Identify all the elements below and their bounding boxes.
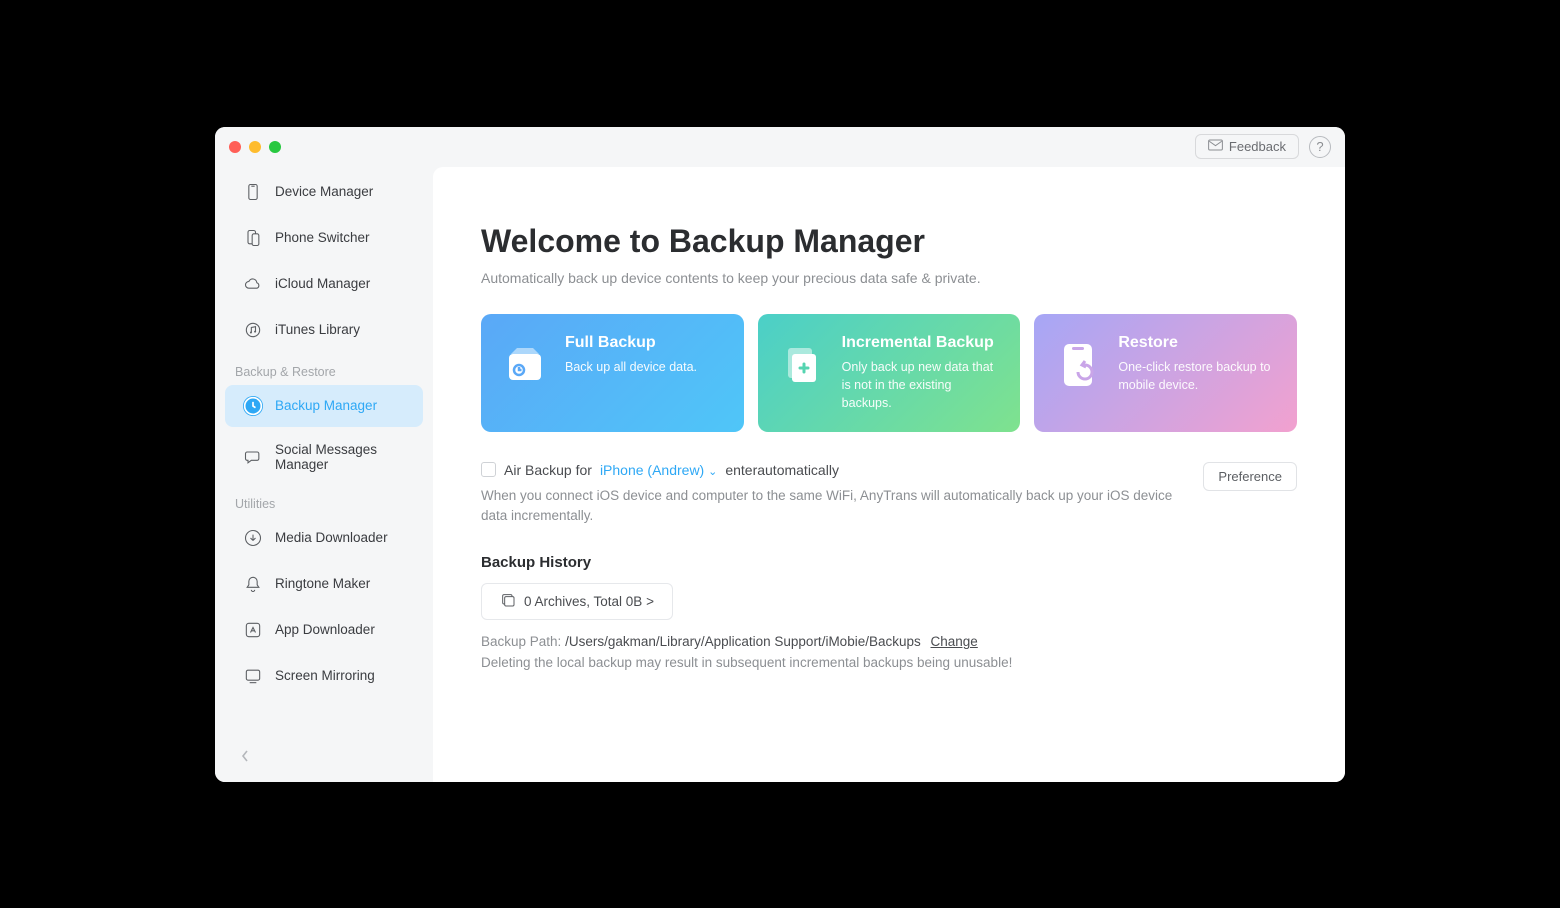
card-desc: Back up all device data. xyxy=(565,358,697,376)
maximize-window-button[interactable] xyxy=(269,141,281,153)
music-icon xyxy=(243,320,263,340)
restore-card[interactable]: Restore One-click restore backup to mobi… xyxy=(1034,314,1297,432)
titlebar: Feedback ? xyxy=(215,127,1345,167)
phone-switcher-icon xyxy=(243,228,263,248)
sidebar-section-utilities: Utilities xyxy=(215,485,433,515)
air-backup-prefix: Air Backup for xyxy=(504,462,592,478)
sidebar-item-screen-mirroring[interactable]: Screen Mirroring xyxy=(225,655,423,697)
sidebar-item-app-downloader[interactable]: App Downloader xyxy=(225,609,423,651)
backup-warning: Deleting the local backup may result in … xyxy=(481,655,1297,670)
sidebar-item-label: Phone Switcher xyxy=(275,230,370,245)
page-title: Welcome to Backup Manager xyxy=(481,223,1297,260)
app-window: Feedback ? Device Manager Phone Switcher xyxy=(215,127,1345,782)
close-window-button[interactable] xyxy=(229,141,241,153)
sidebar-collapse-button[interactable] xyxy=(233,744,257,768)
archives-button[interactable]: 0 Archives, Total 0B > xyxy=(481,583,673,620)
app-icon xyxy=(243,620,263,640)
sidebar-item-label: App Downloader xyxy=(275,622,375,637)
card-desc: Only back up new data that is not in the… xyxy=(842,358,1001,412)
full-backup-icon xyxy=(501,340,549,388)
page-subtitle: Automatically back up device contents to… xyxy=(481,270,1297,286)
help-button[interactable]: ? xyxy=(1309,136,1331,158)
sidebar-item-label: Media Downloader xyxy=(275,530,388,545)
feedback-label: Feedback xyxy=(1229,139,1286,154)
air-backup-checkbox[interactable] xyxy=(481,462,496,477)
window-controls xyxy=(229,141,281,153)
card-title: Incremental Backup xyxy=(842,334,1001,352)
device-icon xyxy=(243,182,263,202)
main-content: Welcome to Backup Manager Automatically … xyxy=(433,167,1345,782)
bell-icon xyxy=(243,574,263,594)
chevron-down-icon: ⌄ xyxy=(708,466,717,478)
card-title: Full Backup xyxy=(565,334,697,352)
sidebar-item-phone-switcher[interactable]: Phone Switcher xyxy=(225,217,423,259)
change-path-link[interactable]: Change xyxy=(931,634,978,649)
archives-label: 0 Archives, Total 0B > xyxy=(524,594,654,609)
sidebar-item-ringtone-maker[interactable]: Ringtone Maker xyxy=(225,563,423,605)
backup-path-row: Backup Path: /Users/gakman/Library/Appli… xyxy=(481,634,1297,649)
mail-icon xyxy=(1208,139,1223,154)
screen-icon xyxy=(243,666,263,686)
sidebar-item-media-downloader[interactable]: Media Downloader xyxy=(225,517,423,559)
air-backup-description: When you connect iOS device and computer… xyxy=(481,486,1183,527)
cloud-icon xyxy=(243,274,263,294)
sidebar: Device Manager Phone Switcher iCloud Man… xyxy=(215,167,433,782)
sidebar-item-backup-manager[interactable]: Backup Manager xyxy=(225,385,423,427)
device-selector[interactable]: iPhone (Andrew) ⌄ xyxy=(600,462,717,478)
backup-path-label: Backup Path: xyxy=(481,634,565,649)
incremental-backup-card[interactable]: Incremental Backup Only back up new data… xyxy=(758,314,1021,432)
feedback-button[interactable]: Feedback xyxy=(1195,134,1299,159)
sidebar-item-social-messages[interactable]: Social Messages Manager xyxy=(225,431,423,483)
sidebar-section-backup: Backup & Restore xyxy=(215,353,433,383)
preference-button[interactable]: Preference xyxy=(1203,462,1297,491)
sidebar-item-label: iCloud Manager xyxy=(275,276,370,291)
sidebar-item-label: iTunes Library xyxy=(275,322,360,337)
sidebar-item-itunes-library[interactable]: iTunes Library xyxy=(225,309,423,351)
minimize-window-button[interactable] xyxy=(249,141,261,153)
sidebar-item-label: Device Manager xyxy=(275,184,373,199)
archive-icon xyxy=(500,592,516,611)
action-cards: Full Backup Back up all device data. Inc… xyxy=(481,314,1297,432)
air-backup-suffix: enterautomatically xyxy=(725,462,839,478)
sidebar-item-label: Screen Mirroring xyxy=(275,668,375,683)
incremental-backup-icon xyxy=(778,340,826,388)
restore-icon xyxy=(1054,340,1102,388)
sidebar-item-label: Backup Manager xyxy=(275,398,377,413)
chat-icon xyxy=(243,447,263,467)
backup-history-heading: Backup History xyxy=(481,554,1297,571)
sidebar-item-icloud-manager[interactable]: iCloud Manager xyxy=(225,263,423,305)
sidebar-item-device-manager[interactable]: Device Manager xyxy=(225,171,423,213)
backup-path-value: /Users/gakman/Library/Application Suppor… xyxy=(565,634,921,649)
full-backup-card[interactable]: Full Backup Back up all device data. xyxy=(481,314,744,432)
sidebar-item-label: Ringtone Maker xyxy=(275,576,370,591)
card-desc: One-click restore backup to mobile devic… xyxy=(1118,358,1277,394)
sidebar-item-label: Social Messages Manager xyxy=(275,442,409,472)
clock-icon xyxy=(243,396,263,416)
download-icon xyxy=(243,528,263,548)
card-title: Restore xyxy=(1118,334,1277,352)
